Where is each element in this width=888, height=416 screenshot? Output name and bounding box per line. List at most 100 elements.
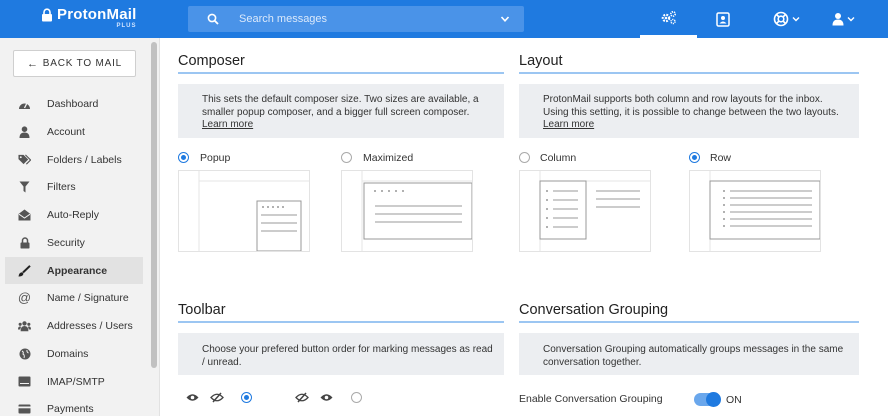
conversation-section-title: Conversation Grouping	[519, 302, 669, 318]
sidebar-scrollbar[interactable]	[151, 42, 157, 368]
sidebar-item-account[interactable]: Account	[5, 118, 143, 145]
sidebar-item-name-signature[interactable]: @ Name / Signature	[5, 284, 143, 311]
composer-divider	[178, 72, 504, 74]
sidebar-item-domains[interactable]: Domains	[5, 340, 143, 367]
paintbrush-icon	[18, 264, 31, 277]
composer-learn-more-link[interactable]: Learn more	[202, 119, 253, 130]
sidebar-item-label: Addresses / Users	[47, 319, 133, 332]
chevron-down-icon	[792, 17, 799, 22]
back-to-mail-label: BACK TO MAIL	[42, 58, 123, 69]
sidebar-item-label: Security	[47, 236, 85, 249]
conversation-grouping-toggle[interactable]	[694, 392, 721, 407]
tags-icon	[18, 153, 31, 166]
dashboard-icon	[18, 97, 31, 110]
composer-popup-label[interactable]: Popup	[200, 152, 230, 164]
sidebar-item-folders-labels[interactable]: Folders / Labels	[5, 146, 143, 173]
eye-slash-icon	[295, 392, 309, 403]
composer-info-box: This sets the default composer size. Two…	[178, 84, 504, 138]
toolbar-divider	[178, 321, 504, 323]
toolbar-info-text: Choose your prefered button order for ma…	[202, 344, 493, 368]
sidebar-item-label: Filters	[47, 180, 76, 193]
users-icon	[18, 319, 31, 332]
maximized-composer-illustration	[361, 171, 473, 251]
composer-maximized-preview[interactable]	[341, 170, 473, 252]
contacts-nav-button[interactable]	[708, 0, 738, 38]
server-icon	[18, 375, 31, 388]
at-icon: @	[17, 290, 32, 305]
search-bar	[188, 6, 524, 32]
top-bar: ProtonMail PLUS	[0, 0, 888, 38]
sidebar-item-label: Folders / Labels	[47, 153, 122, 166]
layout-section-title: Layout	[519, 53, 563, 69]
sidebar-item-label: Dashboard	[47, 97, 99, 110]
layout-row-label[interactable]: Row	[710, 152, 731, 164]
user-icon	[832, 13, 843, 26]
filter-icon	[18, 180, 31, 193]
arrow-left-icon: ←	[26, 57, 39, 70]
sidebar-item-dashboard[interactable]: Dashboard	[5, 90, 143, 117]
eye-slash-icon	[210, 392, 224, 403]
brand-name: ProtonMail	[57, 6, 137, 23]
globe-icon	[18, 347, 31, 360]
sidebar: ← BACK TO MAIL Dashboard Account Folders…	[0, 38, 160, 416]
layout-row-radio[interactable]	[689, 152, 700, 163]
composer-maximized-radio[interactable]	[341, 152, 352, 163]
sidebar-item-auto-reply[interactable]: Auto-Reply	[5, 201, 143, 228]
layout-column-radio[interactable]	[519, 152, 530, 163]
composer-info-text: This sets the default composer size. Two…	[202, 94, 479, 118]
sidebar-item-label: Account	[47, 125, 85, 138]
back-to-mail-button[interactable]: ← BACK TO MAIL	[13, 50, 136, 77]
layout-info-box: ProtonMail supports both column and row …	[519, 84, 859, 138]
eye-icon	[186, 394, 199, 401]
sidebar-item-label: Name / Signature	[47, 291, 129, 304]
composer-popup-preview[interactable]	[178, 170, 310, 252]
conversation-toggle-state: ON	[726, 394, 742, 406]
chevron-down-icon	[847, 17, 854, 22]
sidebar-item-imap-smtp[interactable]: IMAP/SMTP	[5, 368, 143, 395]
conversation-info-box: Conversation Grouping automatically grou…	[519, 333, 859, 375]
sidebar-item-label: Payments	[47, 402, 94, 415]
user-menu-button[interactable]	[828, 0, 858, 38]
cogs-icon	[661, 10, 677, 25]
composer-popup-radio[interactable]	[178, 152, 189, 163]
layout-column-preview[interactable]	[519, 170, 651, 252]
conversation-divider	[519, 321, 859, 323]
sidebar-item-label: Appearance	[47, 264, 108, 277]
chevron-down-icon[interactable]	[500, 14, 510, 24]
envelope-open-icon	[18, 208, 31, 221]
sidebar-item-security[interactable]: Security	[5, 229, 143, 256]
protonmail-logo[interactable]: ProtonMail PLUS	[40, 6, 137, 29]
toolbar-section-title: Toolbar	[178, 302, 226, 318]
sidebar-item-label: Domains	[47, 347, 89, 360]
toolbar-order-2-radio[interactable]	[351, 392, 362, 403]
composer-maximized-label[interactable]: Maximized	[363, 152, 413, 164]
plan-tier: PLUS	[116, 23, 137, 29]
sidebar-item-label: Auto-Reply	[47, 208, 99, 221]
sidebar-item-label: IMAP/SMTP	[47, 375, 105, 388]
sidebar-item-payments[interactable]: Payments	[5, 395, 143, 416]
layout-divider	[519, 72, 859, 74]
sidebar-item-addresses-users[interactable]: Addresses / Users	[5, 312, 143, 339]
search-icon[interactable]	[207, 13, 219, 25]
toolbar-info-box: Choose your prefered button order for ma…	[178, 333, 504, 375]
popup-composer-illustration	[198, 171, 309, 252]
user-icon	[18, 125, 31, 138]
conversation-info-text: Conversation Grouping automatically grou…	[543, 344, 844, 368]
logo-lock-icon	[42, 7, 52, 21]
composer-section-title: Composer	[178, 53, 245, 69]
eye-icon	[320, 394, 333, 401]
column-layout-illustration	[539, 171, 650, 251]
layout-row-preview[interactable]	[689, 170, 821, 252]
layout-column-label[interactable]: Column	[540, 152, 576, 164]
layout-learn-more-link[interactable]: Learn more	[543, 119, 594, 130]
lock-icon	[18, 236, 31, 249]
support-nav-button[interactable]	[770, 0, 802, 38]
sidebar-item-filters[interactable]: Filters	[5, 173, 143, 200]
toolbar-order-1-radio[interactable]	[241, 392, 252, 403]
layout-info-text: ProtonMail supports both column and row …	[543, 94, 839, 118]
credit-card-icon	[18, 402, 31, 415]
sidebar-item-appearance[interactable]: Appearance	[5, 257, 143, 284]
settings-nav-button[interactable]	[640, 0, 697, 38]
address-book-icon	[716, 11, 730, 27]
search-input[interactable]	[239, 6, 489, 32]
